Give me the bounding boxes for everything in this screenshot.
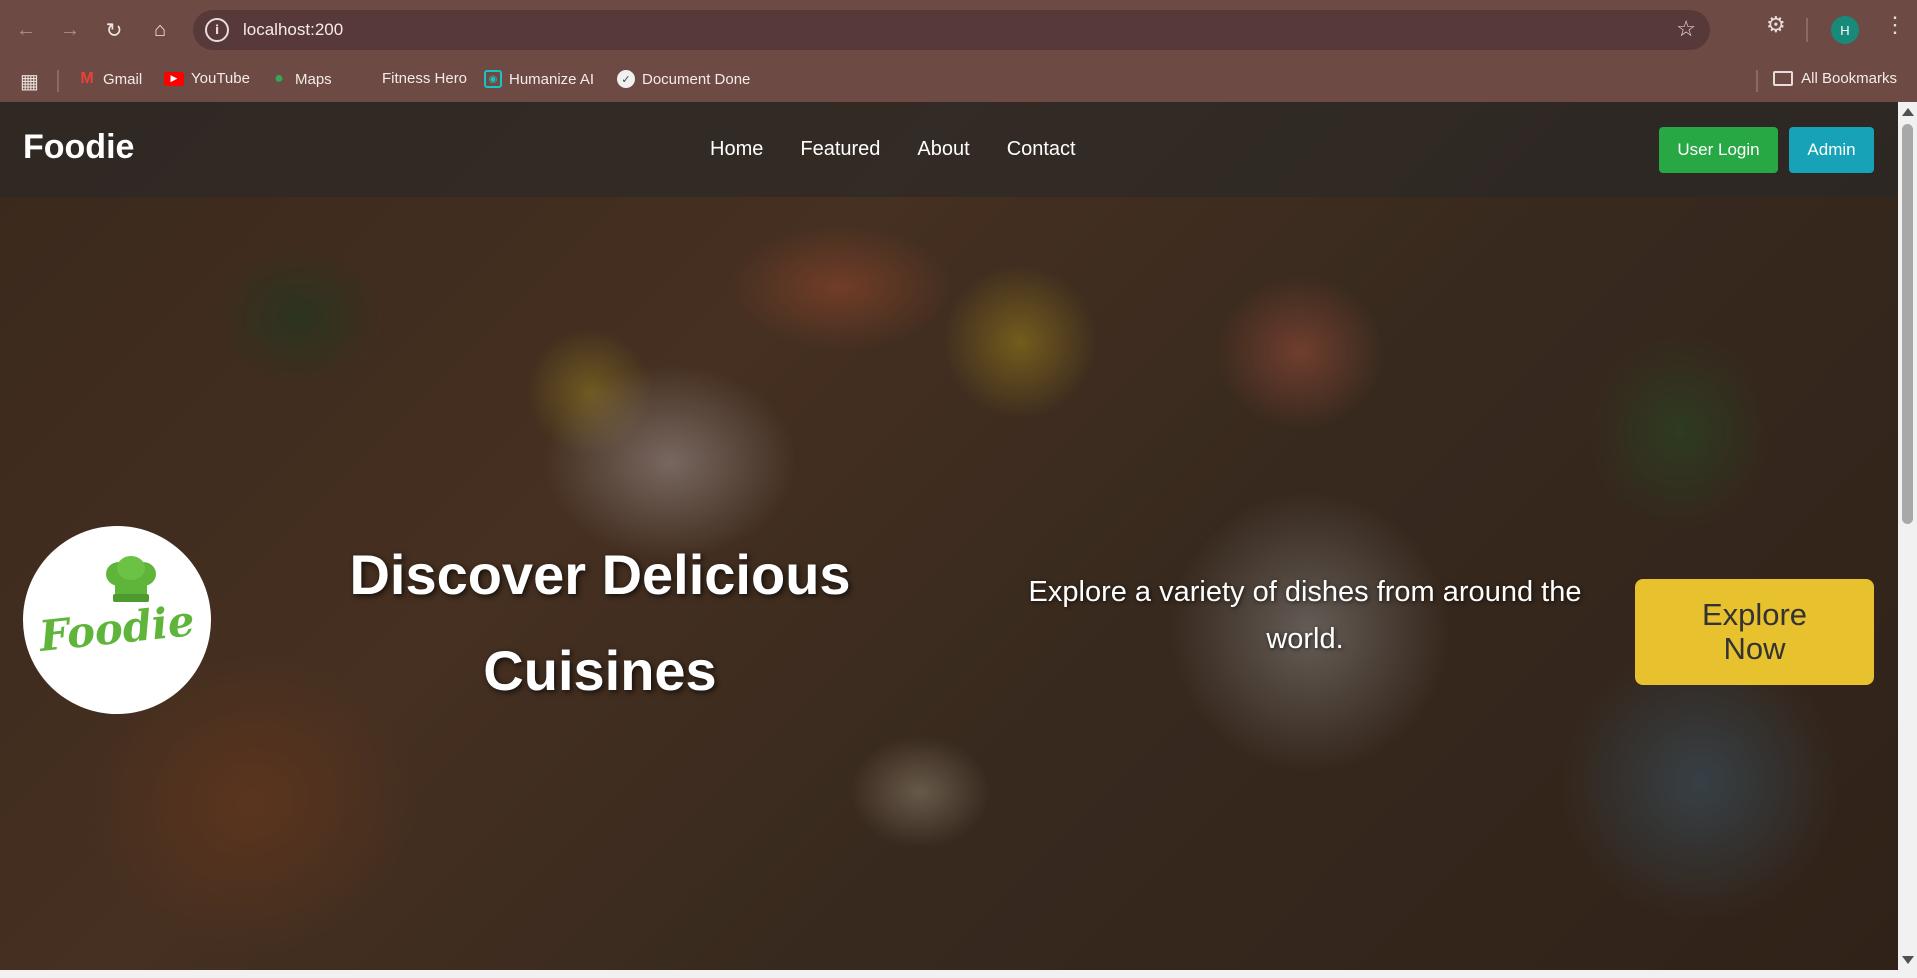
gmail-icon: M — [80, 70, 94, 87]
page-viewport: Foodie Home Featured About Contact User … — [0, 102, 1898, 970]
brand-logo-text[interactable]: Foodie — [23, 128, 134, 167]
scroll-up-arrow-icon[interactable] — [1902, 108, 1914, 116]
bookmark-youtube[interactable]: ▶ YouTube — [164, 70, 250, 87]
vertical-scrollbar[interactable] — [1898, 102, 1917, 970]
url-text: localhost:200 — [243, 20, 344, 39]
browser-chrome: ← → ↻ ⌂ i localhost:200 ☆ ⚙ H ⋮ ▦ M Gmai… — [0, 0, 1917, 102]
bookmark-gmail[interactable]: M Gmail — [78, 70, 142, 88]
explore-now-button[interactable]: Explore Now — [1635, 579, 1874, 685]
logo-wordmark: Foodie — [37, 595, 197, 661]
hero-title-line-2: Cuisines — [483, 639, 717, 702]
bookmark-document-done[interactable]: ✓ Document Done — [617, 70, 750, 88]
scroll-down-arrow-icon[interactable] — [1902, 956, 1914, 964]
chef-hat-icon — [106, 556, 156, 602]
site-navbar: Foodie Home Featured About Contact User … — [0, 102, 1898, 197]
nav-contact[interactable]: Contact — [1007, 138, 1076, 161]
all-bookmarks-folder[interactable]: All Bookmarks — [1773, 70, 1897, 87]
hero-subtitle: Explore a variety of dishes from around … — [1028, 576, 1582, 655]
bookmark-label: Document Done — [642, 70, 751, 88]
bookmark-label: YouTube — [191, 70, 250, 87]
site-info-icon[interactable]: i — [205, 18, 229, 42]
bookmarks-divider-right — [1756, 70, 1758, 92]
bookmark-label: Gmail — [103, 70, 143, 88]
document-icon: ✓ — [617, 70, 635, 88]
nav-home[interactable]: Home — [710, 138, 763, 161]
extensions-icon[interactable]: ⚙ — [1766, 12, 1786, 38]
reload-icon[interactable]: ↻ — [96, 12, 132, 48]
foodie-logo: Foodie — [23, 526, 211, 714]
nav-links: Home Featured About Contact — [710, 138, 1113, 161]
address-bar[interactable]: i localhost:200 ☆ — [193, 10, 1710, 50]
back-arrow-icon[interactable]: ← — [8, 12, 44, 48]
bookmark-label: Fitness Hero — [382, 70, 468, 87]
menu-kebab-icon[interactable]: ⋮ — [1884, 12, 1906, 38]
bookmarks-bar: ▦ M Gmail ▶ YouTube ● Maps Fitness Hero … — [0, 60, 1917, 102]
browser-toolbar: ← → ↻ ⌂ i localhost:200 ☆ ⚙ H ⋮ — [0, 0, 1917, 60]
profile-avatar[interactable]: H — [1831, 16, 1859, 44]
home-icon[interactable]: ⌂ — [142, 12, 178, 48]
nav-about[interactable]: About — [917, 138, 969, 161]
maps-pin-icon: ● — [274, 70, 284, 87]
bookmark-humanize-ai[interactable]: ◉ Humanize AI — [484, 70, 594, 88]
youtube-icon: ▶ — [164, 71, 184, 86]
scroll-thumb[interactable] — [1902, 124, 1913, 524]
bookmark-maps[interactable]: ● Maps — [270, 70, 332, 88]
bookmark-star-icon[interactable]: ☆ — [1676, 16, 1696, 42]
horizontal-scroll-track — [0, 970, 1917, 978]
apps-grid-icon[interactable]: ▦ — [20, 69, 39, 94]
hero-overlay — [0, 102, 1898, 970]
user-login-button[interactable]: User Login — [1659, 127, 1778, 173]
all-bookmarks-label: All Bookmarks — [1801, 70, 1897, 87]
bookmark-fitness-hero[interactable]: Fitness Hero — [382, 70, 467, 87]
forward-arrow-icon[interactable]: → — [52, 12, 88, 48]
nav-featured[interactable]: Featured — [800, 138, 880, 161]
hero-title-line-1: Discover Delicious — [349, 543, 851, 606]
admin-button[interactable]: Admin — [1789, 127, 1874, 173]
bookmark-label: Humanize AI — [509, 70, 595, 88]
bookmarks-divider — [57, 70, 59, 92]
folder-icon — [1773, 71, 1794, 86]
hero-title: Discover Delicious Cuisines — [300, 527, 900, 719]
humanize-ai-icon: ◉ — [484, 70, 502, 88]
toolbar-divider — [1806, 18, 1808, 42]
bookmark-label: Maps — [295, 70, 332, 88]
